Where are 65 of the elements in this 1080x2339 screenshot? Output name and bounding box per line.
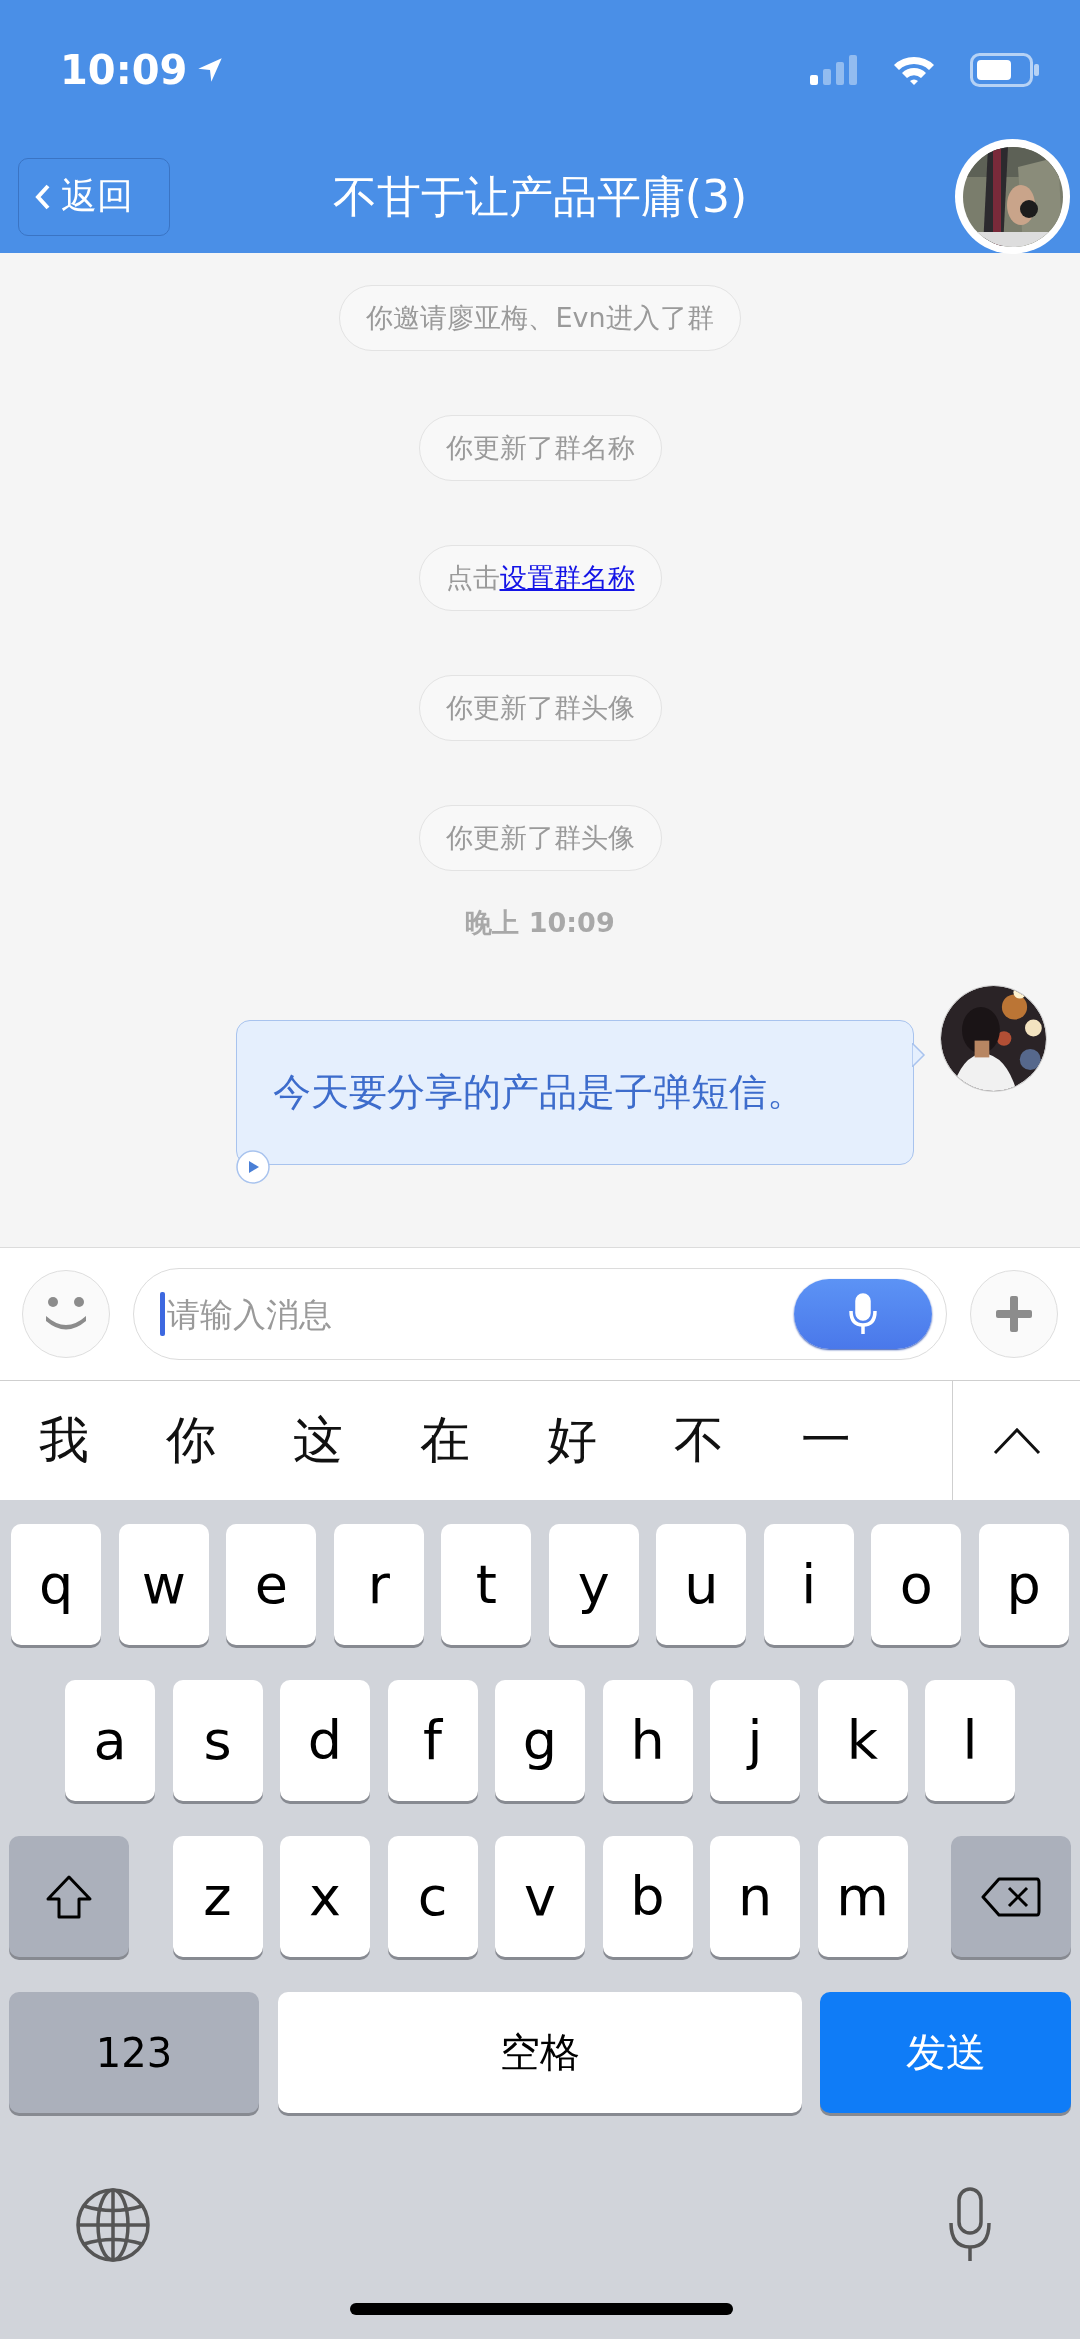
caret-up-icon [992, 1426, 1041, 1455]
system-notice: 你更新了群头像 [418, 805, 662, 871]
text-cursor [160, 1292, 165, 1336]
signal-icon [810, 55, 858, 85]
delete-key[interactable] [951, 1836, 1071, 1957]
letter-key[interactable]: o [871, 1524, 962, 1645]
play-icon [236, 1150, 270, 1184]
letter-key[interactable]: u [656, 1524, 747, 1645]
letter-key[interactable]: k [817, 1680, 908, 1801]
location-arrow-icon [197, 57, 224, 83]
chevron-left-icon [35, 183, 51, 210]
send-key[interactable]: 发送 [820, 1992, 1071, 2113]
letter-key[interactable]: s [172, 1680, 263, 1801]
letter-key[interactable]: y [548, 1524, 639, 1645]
voice-button[interactable] [794, 1279, 932, 1349]
letter-key[interactable]: m [817, 1836, 908, 1957]
globe-icon[interactable] [75, 2187, 151, 2263]
letter-key[interactable]: h [602, 1680, 693, 1801]
space-key[interactable]: 空格 [277, 1992, 802, 2113]
letter-key[interactable]: w [118, 1524, 209, 1645]
candidate-word[interactable]: 我 [0, 1381, 127, 1500]
letter-key[interactable]: r [333, 1524, 424, 1645]
candidate-word[interactable]: 这 [254, 1381, 381, 1500]
timestamp: 晚上 10:09 [465, 906, 615, 940]
number-mode-key[interactable]: 123 [9, 1992, 259, 2113]
letter-key[interactable]: c [387, 1836, 478, 1957]
letter-key[interactable]: v [495, 1836, 585, 1957]
chat-title: 不甘于让产品平庸(3) [332, 170, 748, 224]
letter-key[interactable]: q [11, 1524, 102, 1645]
wifi-icon [892, 54, 936, 86]
system-notice: 你更新了群名称 [418, 415, 662, 481]
letter-key[interactable]: j [710, 1680, 800, 1801]
microphone-icon [848, 1293, 878, 1335]
bubble-tail-icon [912, 1043, 926, 1067]
notice-text: 点击 [445, 561, 500, 595]
battery-icon [970, 53, 1040, 87]
backspace-icon [981, 1876, 1041, 1917]
letter-key[interactable]: g [495, 1680, 585, 1801]
letter-key[interactable]: e [226, 1524, 317, 1645]
letter-key[interactable]: l [925, 1680, 1015, 1801]
message-input[interactable]: 请输入消息 [165, 1294, 794, 1334]
letter-key[interactable]: d [280, 1680, 370, 1801]
letter-key[interactable]: x [280, 1836, 370, 1957]
microphone-icon[interactable] [948, 2187, 992, 2263]
status-time: 10:09 [60, 47, 188, 93]
letter-key[interactable]: t [441, 1524, 532, 1645]
candidate-word[interactable]: 一 [762, 1381, 889, 1500]
letter-key[interactable]: n [710, 1836, 800, 1957]
plus-icon [996, 1296, 1032, 1332]
system-notice: 你更新了群头像 [418, 675, 662, 741]
message-bubble: 今天要分享的产品是子弹短信。 [236, 1020, 914, 1165]
set-group-name-link[interactable]: 设置群名称 [499, 560, 635, 596]
candidate-word[interactable]: 好 [508, 1381, 635, 1500]
letter-key[interactable]: f [387, 1680, 478, 1801]
candidate-word[interactable]: 在 [381, 1381, 508, 1500]
system-notice: 你邀请廖亚梅、Evn进入了群 [339, 285, 741, 351]
shift-arrow-icon [45, 1873, 93, 1920]
candidate-word[interactable]: 你 [127, 1381, 254, 1500]
letter-key[interactable]: z [172, 1836, 263, 1957]
letter-key[interactable]: b [602, 1836, 693, 1957]
letter-key[interactable]: p [978, 1524, 1069, 1645]
letter-key[interactable]: a [65, 1680, 155, 1801]
candidate-word[interactable]: 不 [635, 1381, 762, 1500]
letter-key[interactable]: i [763, 1524, 854, 1645]
shift-key[interactable] [9, 1836, 129, 1957]
